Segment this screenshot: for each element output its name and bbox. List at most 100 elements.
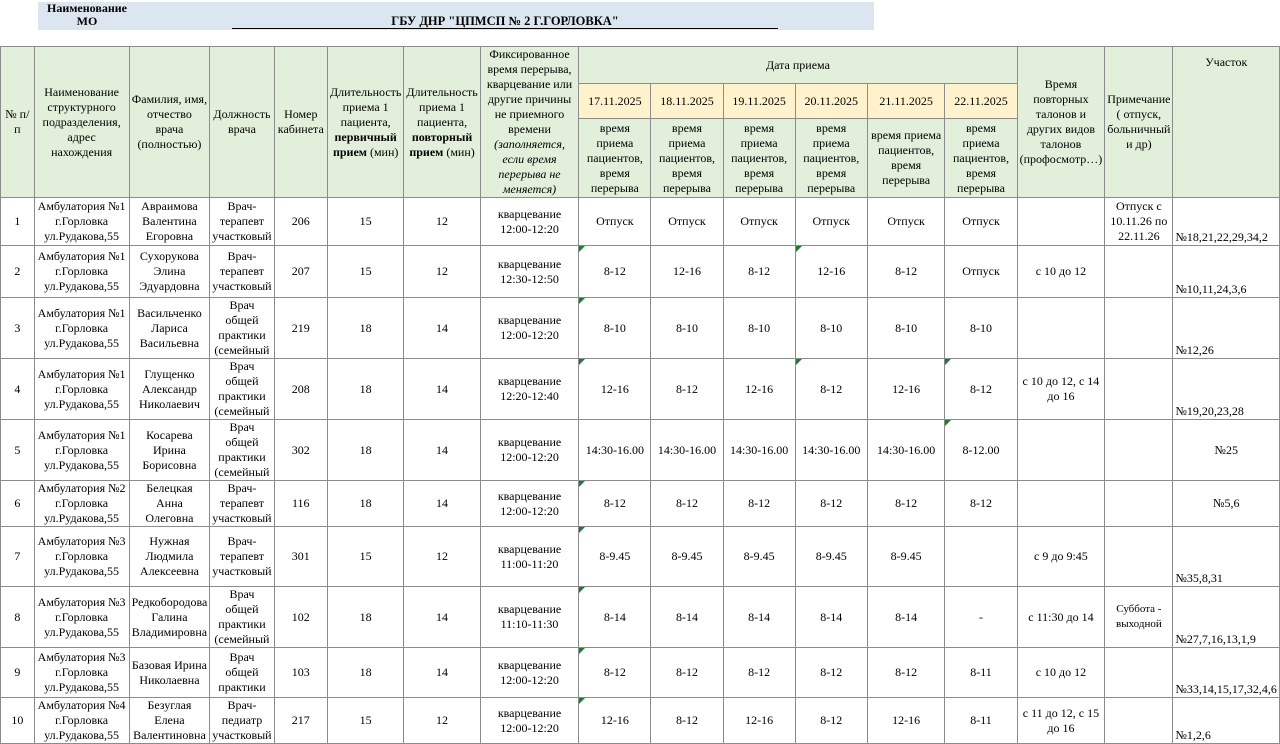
- date-header-3[interactable]: 19.11.2025: [722, 83, 796, 120]
- day-cell-4[interactable]: 8-12: [794, 647, 868, 698]
- day-cell-4[interactable]: 14:30-16.00: [794, 419, 868, 481]
- duration-primary-cell[interactable]: 18: [326, 647, 405, 698]
- position-cell[interactable]: Врач общей практики (семейный: [209, 586, 275, 648]
- note-cell[interactable]: [1104, 480, 1174, 527]
- doctor-name-cell[interactable]: Авраимова Валентина Егоровна: [128, 197, 211, 246]
- unit-cell[interactable]: Амбулатория №3 г.Горловка ул.Рудакова,55: [33, 526, 130, 587]
- note-cell[interactable]: [1104, 358, 1174, 420]
- row-number-cell[interactable]: 2: [0, 245, 35, 298]
- duration-primary-cell[interactable]: 15: [326, 697, 405, 744]
- doctor-name-cell[interactable]: Васильченко Лариса Васильевна: [128, 297, 211, 359]
- date-subheader-2[interactable]: время приема пациентов, время перерыва: [650, 118, 724, 198]
- duration-primary-cell[interactable]: 15: [326, 526, 405, 587]
- break-cell[interactable]: кварцевание 12:00-12:20: [479, 697, 580, 744]
- doctor-name-cell[interactable]: Базовая Ирина Николаевна: [128, 647, 211, 698]
- unit-cell[interactable]: Амбулатория №3 г.Горловка ул.Рудакова,55: [33, 586, 130, 648]
- note-cell[interactable]: [1104, 526, 1174, 587]
- row-number-cell[interactable]: 6: [0, 480, 35, 527]
- day-cell-5[interactable]: 8-12: [866, 647, 946, 698]
- col-duration-repeat-header[interactable]: Длительность приема 1 пациента, повторны…: [403, 46, 481, 198]
- repeat-tickets-cell[interactable]: с 10 до 12: [1016, 647, 1106, 698]
- date-header-5[interactable]: 21.11.2025: [866, 83, 946, 120]
- day-cell-5[interactable]: 8-9.45: [866, 526, 946, 587]
- day-cell-2[interactable]: 8-12: [650, 647, 724, 698]
- day-cell-1[interactable]: 8-12: [578, 647, 652, 698]
- col-num-header[interactable]: № п/п: [0, 46, 35, 198]
- district-cell[interactable]: №1,2,6: [1172, 697, 1280, 744]
- day-cell-2[interactable]: 8-14: [650, 586, 724, 648]
- repeat-tickets-cell[interactable]: с 11 до 12, с 15 до 16: [1016, 697, 1106, 744]
- duration-repeat-cell[interactable]: 12: [403, 526, 481, 587]
- unit-cell[interactable]: Амбулатория №2 г.Горловка ул.Рудакова,55: [33, 480, 130, 527]
- day-cell-6[interactable]: 8-11: [944, 647, 1018, 698]
- col-district-header[interactable]: Участок: [1172, 46, 1280, 198]
- col-duration-primary-header[interactable]: Длительность приема 1 пациента, первичны…: [326, 46, 405, 198]
- room-cell[interactable]: 207: [273, 245, 328, 298]
- date-subheader-5[interactable]: время приема пациентов, время перерыва: [866, 118, 946, 198]
- day-cell-1[interactable]: 12-16: [578, 358, 652, 420]
- break-cell[interactable]: кварцевание 11:10-11:30: [479, 586, 580, 648]
- note-cell[interactable]: [1104, 297, 1174, 359]
- doctor-name-cell[interactable]: Редкобородова Галина Владимировна: [128, 586, 211, 648]
- position-cell[interactable]: Врач общей практики: [209, 647, 275, 698]
- doctor-name-cell[interactable]: Нужная Людмила Алексеевна: [128, 526, 211, 587]
- day-cell-6[interactable]: [944, 526, 1018, 587]
- day-cell-4[interactable]: 8-12: [794, 358, 868, 420]
- unit-cell[interactable]: Амбулатория №1 г.Горловка ул.Рудакова,55: [33, 419, 130, 481]
- day-cell-3[interactable]: Отпуск: [722, 197, 796, 246]
- org-name[interactable]: ГБУ ДНР "ЦПМСП № 2 Г.ГОРЛОВКА": [232, 14, 778, 29]
- district-cell[interactable]: №33,14,15,17,32,4,6: [1172, 647, 1280, 698]
- district-cell[interactable]: №18,21,22,29,34,2: [1172, 197, 1280, 246]
- duration-repeat-cell[interactable]: 14: [403, 480, 481, 527]
- day-cell-2[interactable]: 14:30-16.00: [650, 419, 724, 481]
- col-room-header[interactable]: Номер кабинета: [273, 46, 328, 198]
- break-cell[interactable]: кварцевание 12:00-12:20: [479, 647, 580, 698]
- date-header-2[interactable]: 18.11.2025: [650, 83, 724, 120]
- duration-primary-cell[interactable]: 15: [326, 197, 405, 246]
- duration-repeat-cell[interactable]: 12: [403, 197, 481, 246]
- position-cell[interactable]: Врач-терапевт участковый: [209, 480, 275, 527]
- day-cell-3[interactable]: 8-14: [722, 586, 796, 648]
- col-unit-header[interactable]: Наименование структурного подразделения,…: [33, 46, 130, 198]
- duration-repeat-cell[interactable]: 14: [403, 297, 481, 359]
- note-cell[interactable]: Отпуск с 10.11.26 по 22.11.26: [1104, 197, 1174, 246]
- position-cell[interactable]: Врач-педиатр участковый: [209, 697, 275, 744]
- row-number-cell[interactable]: 7: [0, 526, 35, 587]
- day-cell-5[interactable]: 8-10: [866, 297, 946, 359]
- day-cell-2[interactable]: 8-12: [650, 697, 724, 744]
- day-cell-3[interactable]: 8-12: [722, 647, 796, 698]
- date-subheader-6[interactable]: время приема пациентов, время перерыва: [944, 118, 1018, 198]
- doctor-name-cell[interactable]: Косарева Ирина Борисовна: [128, 419, 211, 481]
- day-cell-4[interactable]: 8-12: [794, 697, 868, 744]
- district-cell[interactable]: №25: [1172, 419, 1280, 481]
- room-cell[interactable]: 206: [273, 197, 328, 246]
- day-cell-6[interactable]: Отпуск: [944, 245, 1018, 298]
- unit-cell[interactable]: Амбулатория №3 г.Горловка ул.Рудакова,55: [33, 647, 130, 698]
- room-cell[interactable]: 116: [273, 480, 328, 527]
- col-note-header[interactable]: Примечание ( отпуск, больничный и др): [1104, 46, 1174, 198]
- break-cell[interactable]: кварцевание 12:00-12:20: [479, 480, 580, 527]
- date-header-1[interactable]: 17.11.2025: [578, 83, 652, 120]
- district-cell[interactable]: №35,8,31: [1172, 526, 1280, 587]
- date-header-6[interactable]: 22.11.2025: [944, 83, 1018, 120]
- district-cell[interactable]: №19,20,23,28: [1172, 358, 1280, 420]
- mo-label[interactable]: Наименование МО: [38, 2, 136, 30]
- duration-repeat-cell[interactable]: 14: [403, 358, 481, 420]
- repeat-tickets-cell[interactable]: [1016, 419, 1106, 481]
- unit-cell[interactable]: Амбулатория №4 г.Горловка ул.Рудакова,55: [33, 697, 130, 744]
- duration-repeat-cell[interactable]: 14: [403, 647, 481, 698]
- day-cell-1[interactable]: 8-14: [578, 586, 652, 648]
- position-cell[interactable]: Врач общей практики (семейный: [209, 419, 275, 481]
- duration-repeat-cell[interactable]: 14: [403, 586, 481, 648]
- district-cell[interactable]: №12,26: [1172, 297, 1280, 359]
- date-header-4[interactable]: 20.11.2025: [794, 83, 868, 120]
- day-cell-1[interactable]: 12-16: [578, 697, 652, 744]
- unit-cell[interactable]: Амбулатория №1 г.Горловка ул.Рудакова,55: [33, 297, 130, 359]
- day-cell-2[interactable]: 12-16: [650, 245, 724, 298]
- day-cell-1[interactable]: 8-12: [578, 245, 652, 298]
- doctor-name-cell[interactable]: Сухорукова Элина Эдуардовна: [128, 245, 211, 298]
- day-cell-6[interactable]: -: [944, 586, 1018, 648]
- break-cell[interactable]: кварцевание 11:00-11:20: [479, 526, 580, 587]
- day-cell-6[interactable]: 8-12.00: [944, 419, 1018, 481]
- day-cell-2[interactable]: Отпуск: [650, 197, 724, 246]
